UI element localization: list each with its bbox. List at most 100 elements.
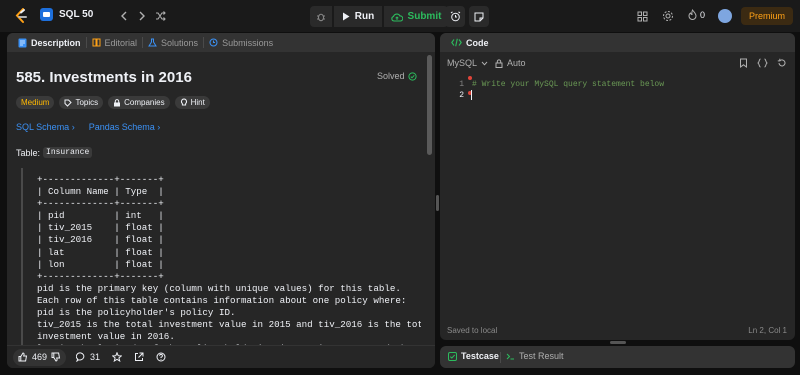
companies-tag[interactable]: Companies — [108, 96, 170, 109]
leetcode-logo-icon[interactable] — [14, 8, 28, 24]
description-icon — [18, 38, 27, 47]
tab-solutions[interactable]: Solutions — [143, 33, 203, 52]
lightbulb-icon — [180, 98, 187, 106]
prev-problem-icon[interactable] — [116, 8, 132, 24]
tab-testcase[interactable]: Testcase — [448, 351, 499, 361]
star-icon — [112, 352, 123, 362]
difficulty-badge: Medium — [16, 96, 55, 109]
like-count: 469 — [32, 352, 48, 362]
premium-button[interactable]: Premium — [741, 7, 793, 25]
difficulty-label: Medium — [21, 98, 50, 107]
top-navbar: SQL 50 Run Submit 0 Premium — [0, 0, 800, 32]
share-icon — [135, 352, 144, 361]
next-problem-icon[interactable] — [134, 8, 150, 24]
sql-schema-link[interactable]: SQL Schema › — [16, 122, 75, 132]
companies-label: Companies — [124, 98, 165, 107]
lock-icon — [114, 98, 121, 106]
console-panel: Testcase Test Result — [440, 346, 795, 368]
run-label: Run — [354, 11, 375, 22]
reset-icon[interactable] — [777, 58, 787, 68]
table-name: Insurance — [43, 147, 93, 158]
bug-icon — [317, 13, 325, 21]
help-button[interactable] — [156, 352, 166, 362]
tag-icon — [64, 99, 73, 107]
editor-actions — [739, 58, 787, 68]
cloud-upload-icon — [390, 12, 403, 22]
study-plan-icon — [40, 8, 53, 21]
hint-label: Hint — [190, 98, 205, 107]
code-editor[interactable]: # Write your MySQL query statement below — [472, 79, 664, 101]
pandas-schema-link[interactable]: Pandas Schema › — [89, 122, 161, 132]
line-number: 1 — [459, 80, 464, 89]
run-button[interactable]: Run — [334, 6, 382, 27]
history-icon — [209, 38, 218, 47]
code-brackets-icon — [451, 38, 462, 47]
test-result-label: Test Result — [519, 351, 564, 361]
submit-button[interactable]: Submit — [384, 6, 448, 27]
tab-label: Solutions — [161, 37, 199, 48]
debug-button[interactable] — [310, 6, 332, 27]
panel-resize-handle-vertical[interactable] — [436, 195, 439, 211]
checkbox-icon — [448, 351, 457, 361]
tab-label: Submissions — [222, 37, 274, 48]
user-avatar[interactable] — [718, 9, 732, 23]
alarm-clock-icon — [450, 11, 460, 22]
submit-label: Submit — [407, 11, 442, 22]
curly-braces-icon[interactable] — [757, 58, 768, 68]
testcase-label: Testcase — [461, 351, 499, 361]
problem-title: 585. Investments in 2016 — [16, 69, 192, 86]
topics-tag[interactable]: Topics — [59, 96, 104, 109]
like-dislike-group: 469 — [13, 348, 67, 366]
comment-count: 31 — [90, 352, 101, 362]
schema-code-block: +-------------+-------+ | Column Name | … — [21, 168, 421, 346]
description-scrollbar[interactable] — [427, 55, 432, 155]
editor-toolbar: MySQL Auto — [440, 55, 795, 73]
random-problem-icon[interactable] — [152, 8, 168, 24]
problem-list-title: SQL 50 — [59, 9, 94, 20]
thumbs-down-icon[interactable] — [51, 352, 61, 362]
question-circle-icon — [156, 352, 166, 362]
code-panel: Code MySQL Auto 1 2 # Write your MySQL q… — [440, 33, 795, 340]
topics-label: Topics — [75, 98, 99, 107]
text-cursor — [471, 90, 472, 100]
chevron-right-icon: › — [157, 122, 161, 132]
streak-count: 0 — [700, 9, 706, 20]
book-icon — [92, 38, 101, 47]
bookmark-icon[interactable] — [739, 58, 748, 68]
layout-grid-icon[interactable] — [637, 8, 648, 24]
table-label: Table: — [16, 147, 41, 158]
description-panel: Description Editorial Solutions Submissi… — [7, 33, 435, 368]
comments-button[interactable]: 31 — [76, 352, 100, 362]
tab-label: Editorial — [104, 37, 138, 48]
language-label: MySQL — [447, 58, 478, 68]
thumbs-up-icon — [18, 352, 28, 362]
tab-submissions[interactable]: Submissions — [204, 33, 278, 52]
tab-editorial[interactable]: Editorial — [87, 33, 143, 52]
share-button[interactable] — [134, 352, 144, 362]
code-line: # Write your MySQL query statement below — [472, 80, 665, 89]
favorite-button[interactable] — [112, 352, 123, 362]
save-status: Saved to local — [447, 326, 498, 335]
auto-label: Auto — [507, 58, 526, 68]
problem-list-selector[interactable]: SQL 50 — [40, 8, 93, 21]
like-button[interactable]: 469 — [18, 352, 47, 362]
timer-button[interactable] — [445, 6, 465, 27]
check-circle-icon — [407, 71, 417, 81]
tab-code[interactable]: Code — [446, 33, 494, 52]
language-select[interactable]: MySQL — [447, 58, 488, 68]
notes-button[interactable] — [469, 6, 489, 27]
pandas-schema-label: Pandas Schema — [88, 122, 155, 132]
tab-test-result[interactable]: Test Result — [506, 351, 564, 361]
code-tabbar: Code — [440, 33, 795, 52]
terminal-icon — [506, 353, 514, 359]
panel-resize-handle-horizontal[interactable] — [610, 341, 626, 344]
auto-mode-toggle[interactable]: Auto — [495, 58, 526, 68]
problem-tags: Medium Topics Companies Hint — [16, 96, 210, 109]
schema-links: SQL Schema › Pandas Schema › — [16, 122, 160, 132]
settings-gear-icon[interactable] — [662, 8, 674, 24]
hint-tag[interactable]: Hint — [174, 96, 210, 109]
cursor-position: Ln 2, Col 1 — [748, 326, 787, 335]
tab-description[interactable]: Description — [13, 33, 86, 52]
streak-counter[interactable]: 0 — [688, 9, 705, 20]
left-tabbar: Description Editorial Solutions Submissi… — [7, 33, 435, 52]
